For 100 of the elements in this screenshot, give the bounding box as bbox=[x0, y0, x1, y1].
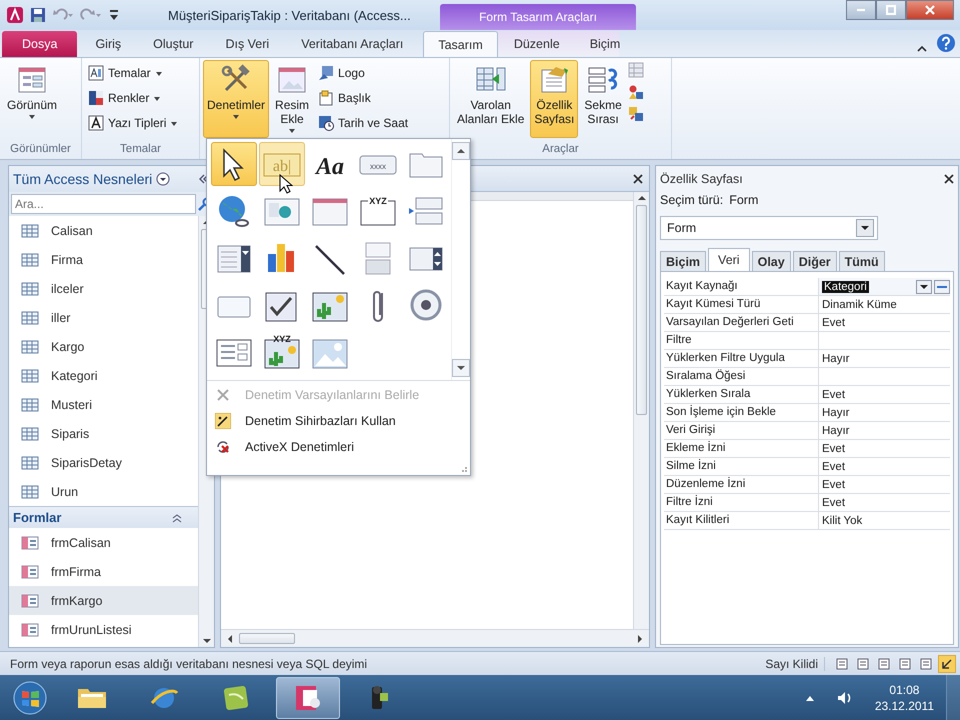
property-name: Yüklerken Sırala bbox=[664, 386, 819, 403]
scroll-down-button[interactable] bbox=[452, 359, 470, 377]
menu-item[interactable]: Denetim Sihirbazları Kullan bbox=[215, 411, 470, 431]
taskbar-button[interactable] bbox=[276, 676, 340, 718]
menu-item[interactable]: ActiveX Denetimleri bbox=[215, 437, 470, 457]
builder-icon[interactable] bbox=[937, 284, 947, 288]
table-item[interactable]: Kategori bbox=[9, 361, 198, 390]
scroll-thumb[interactable] bbox=[636, 205, 647, 415]
collapse-ribbon-icon[interactable] bbox=[916, 43, 928, 53]
clock-icon bbox=[318, 115, 334, 131]
property-value[interactable]: Evet bbox=[822, 388, 846, 400]
ribbon-tab[interactable]: Dış Veri bbox=[211, 31, 284, 57]
table-item[interactable]: Calisan bbox=[9, 216, 198, 245]
property-value[interactable]: Evet bbox=[822, 442, 846, 454]
property-value[interactable]: Kilit Yok bbox=[822, 514, 862, 526]
tab[interactable]: Biçim bbox=[660, 251, 706, 271]
scroll-left-icon[interactable] bbox=[227, 634, 233, 642]
group-header[interactable]: Formlar bbox=[13, 510, 62, 525]
close-icon[interactable] bbox=[944, 174, 954, 184]
table-item[interactable]: iller bbox=[9, 303, 198, 332]
component-icon bbox=[215, 439, 231, 455]
show-hidden-icons-icon[interactable] bbox=[804, 694, 815, 702]
property-value[interactable]: Kategori bbox=[822, 280, 869, 292]
property-value[interactable]: Evet bbox=[822, 496, 846, 508]
table-item[interactable]: Kargo bbox=[9, 332, 198, 361]
dropdown-arrow-icon[interactable] bbox=[861, 225, 869, 231]
table-icon bbox=[21, 338, 39, 354]
scroll-right-icon[interactable] bbox=[637, 634, 643, 642]
collapse-group-icon[interactable] bbox=[172, 512, 182, 522]
scroll-down-icon[interactable] bbox=[202, 638, 210, 644]
ribbon-button[interactable]: Yazı Tipleri bbox=[85, 112, 182, 134]
ribbon-button[interactable]: Özellik Sayfası bbox=[530, 60, 578, 138]
dropdown-arrow-icon[interactable] bbox=[920, 284, 928, 290]
scroll-up-icon[interactable] bbox=[638, 195, 646, 201]
table-icon bbox=[21, 426, 39, 442]
ribbon-button[interactable]: Başlık bbox=[315, 87, 412, 109]
ribbon-tab[interactable]: Veritabanı Araçları bbox=[287, 31, 418, 57]
customize-icon[interactable] bbox=[108, 8, 120, 22]
minimize-button[interactable] bbox=[846, 0, 876, 20]
clock-time[interactable]: 01:08 bbox=[889, 682, 920, 698]
dropdown-icon[interactable] bbox=[156, 172, 170, 186]
scroll-bar[interactable] bbox=[221, 629, 649, 647]
tab[interactable]: Olay bbox=[752, 251, 791, 271]
table-item[interactable]: Firma bbox=[9, 245, 198, 274]
table-item[interactable]: ilceler bbox=[9, 274, 198, 303]
ribbon-tab[interactable]: Tasarım bbox=[423, 31, 498, 57]
ribbon-button[interactable]: Temalar bbox=[85, 62, 182, 84]
volume-icon[interactable] bbox=[836, 690, 853, 706]
ribbon-button[interactable]: Logo bbox=[315, 62, 412, 84]
pointer-tool[interactable] bbox=[211, 142, 257, 186]
scroll-bar[interactable] bbox=[633, 192, 649, 629]
form-item[interactable]: frmCalisan bbox=[9, 528, 198, 557]
form-item[interactable]: frmFirma bbox=[9, 557, 198, 586]
table-item[interactable]: SiparisDetay bbox=[9, 448, 198, 477]
property-value[interactable]: Dinamik Küme bbox=[822, 298, 897, 310]
ribbon-button[interactable]: Varolan Alanları Ekle bbox=[453, 60, 528, 138]
view-button[interactable] bbox=[938, 654, 956, 672]
ribbon-tab[interactable]: Düzenle bbox=[500, 31, 574, 57]
tab[interactable]: Tümü bbox=[838, 251, 885, 271]
search-field[interactable]: Ara... bbox=[11, 194, 196, 214]
ribbon-button[interactable]: Resim Ekle bbox=[271, 60, 314, 138]
logo-icon bbox=[318, 65, 334, 81]
ribbon-tab[interactable]: Oluştur bbox=[139, 31, 208, 57]
mouse-pointer-icon bbox=[279, 174, 293, 194]
table-item[interactable]: Siparis bbox=[9, 419, 198, 448]
form-item[interactable]: frmKargo bbox=[9, 586, 198, 615]
tab[interactable]: Veri bbox=[708, 248, 750, 271]
object-dropdown[interactable]: Form bbox=[660, 216, 878, 240]
ribbon-button[interactable]: Tarih ve Saat bbox=[315, 112, 412, 134]
property-value[interactable]: Hayır bbox=[822, 424, 850, 436]
view-icon bbox=[899, 658, 911, 670]
property-name: Filtre bbox=[664, 332, 819, 349]
ribbon-tab[interactable]: Giriş bbox=[81, 31, 136, 57]
tab[interactable]: Diğer bbox=[792, 251, 837, 271]
help-icon[interactable] bbox=[936, 33, 956, 53]
close-icon[interactable] bbox=[633, 174, 643, 184]
property-value[interactable]: Hayır bbox=[822, 352, 850, 364]
clock-date[interactable]: 23.12.2011 bbox=[874, 698, 934, 714]
ribbon-button[interactable]: Denetimler bbox=[203, 60, 270, 138]
ribbon-button[interactable]: Görünüm bbox=[3, 60, 62, 138]
window-title: MüşteriSiparişTakip : Veritabanı (Access... bbox=[168, 8, 412, 22]
shapes-icon[interactable] bbox=[628, 84, 644, 100]
file-tab[interactable]: Dosya bbox=[2, 31, 78, 57]
form-item[interactable]: frmUrunListesi bbox=[9, 615, 198, 644]
scroll-thumb[interactable] bbox=[239, 633, 295, 644]
table-item[interactable]: Musteri bbox=[9, 390, 198, 419]
table-icon bbox=[21, 252, 39, 268]
property-value[interactable]: Evet bbox=[822, 460, 846, 472]
property-value[interactable]: Hayır bbox=[822, 406, 850, 418]
resize-grip-icon[interactable] bbox=[459, 464, 467, 472]
maximize-button[interactable] bbox=[876, 0, 906, 20]
property-value[interactable]: Evet bbox=[822, 316, 846, 328]
scroll-up-button[interactable] bbox=[452, 142, 470, 160]
ribbon-tab[interactable]: Biçim bbox=[576, 31, 634, 57]
save-icon[interactable] bbox=[30, 7, 46, 23]
ribbon-button[interactable]: Renkler bbox=[85, 87, 182, 109]
close-button[interactable] bbox=[906, 0, 954, 20]
ribbon-button[interactable]: Sekme Sırası bbox=[580, 60, 626, 138]
property-value[interactable]: Evet bbox=[822, 478, 846, 490]
table-item[interactable]: Urun bbox=[9, 477, 198, 506]
